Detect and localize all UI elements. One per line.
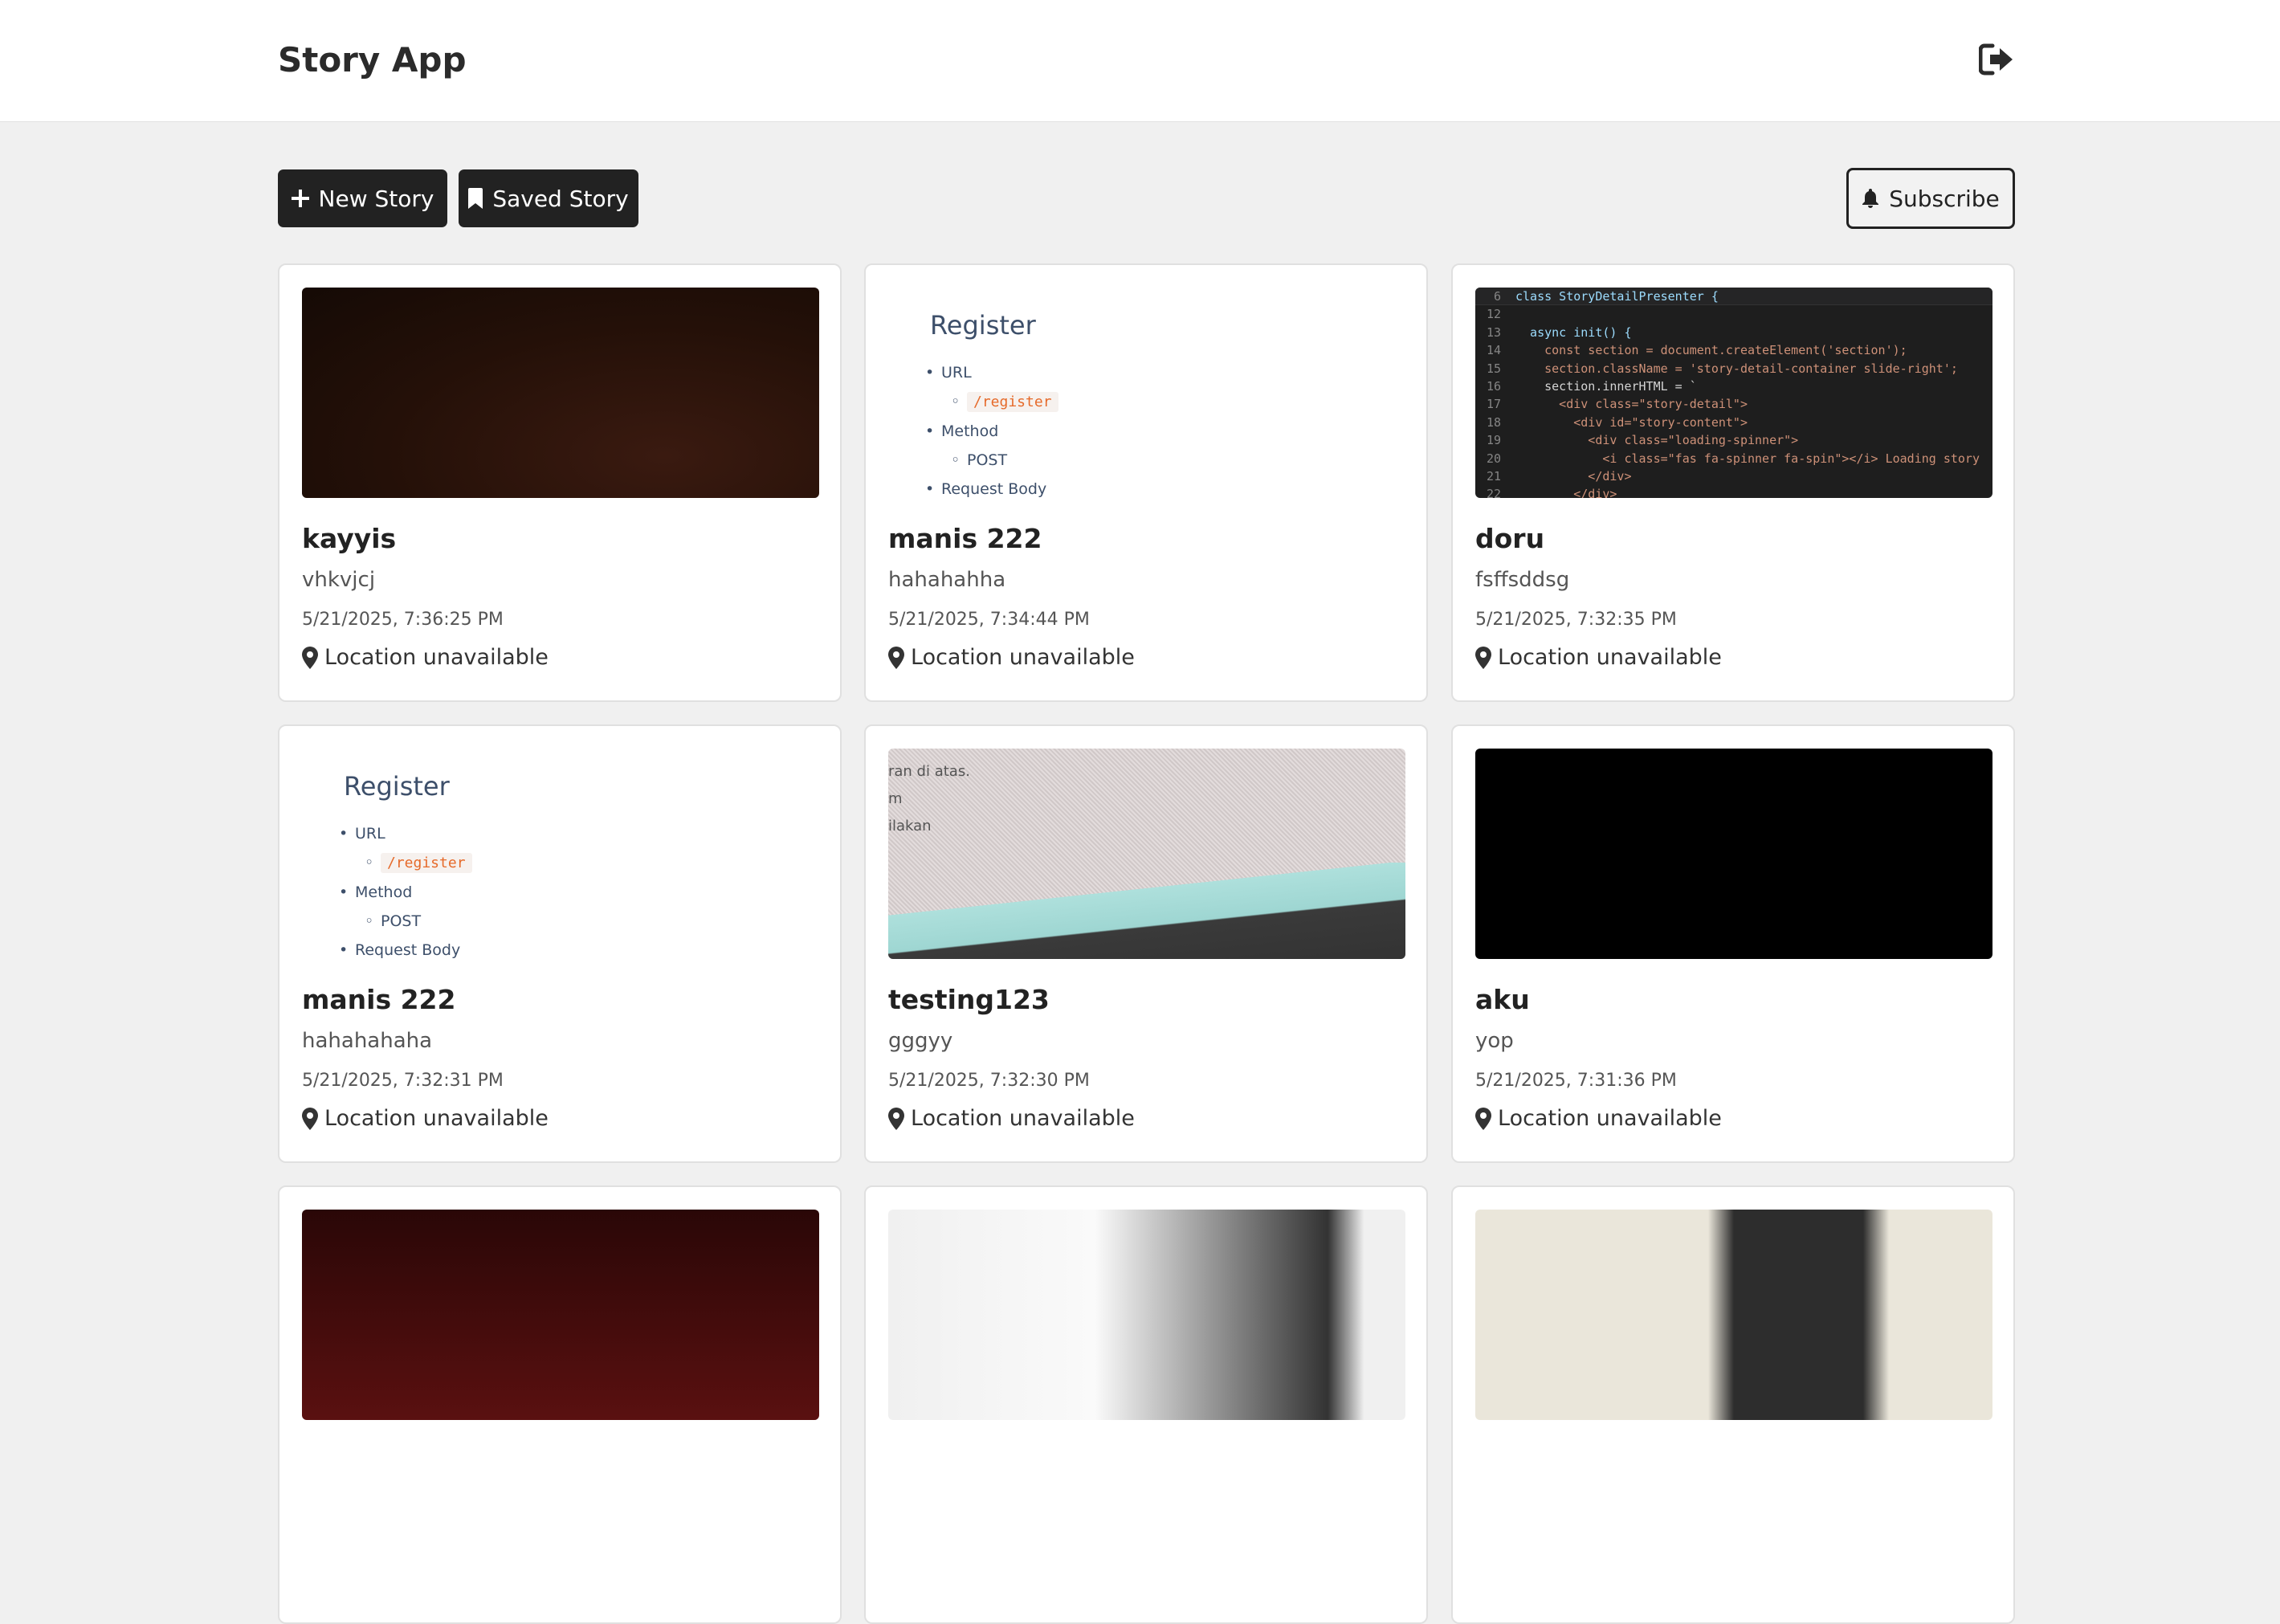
story-name: testing123 xyxy=(888,984,1050,1015)
story-card[interactable]: ran di atas. m ilakan testing123 gggyy 5… xyxy=(864,724,1428,1163)
map-marker-icon xyxy=(302,647,318,669)
image-list-item: POST xyxy=(381,912,422,930)
code-line: 16 section.innerHTML = ` xyxy=(1486,378,1697,394)
code-line: 19 <div class="loading-spinner"> xyxy=(1486,433,1799,448)
code-line: 21 </div> xyxy=(1486,468,1632,484)
image-list-code: /register xyxy=(381,853,472,873)
story-date: 5/21/2025, 7:36:25 PM xyxy=(302,610,504,630)
story-location-text: Location unavailable xyxy=(1498,1106,1722,1131)
map-marker-icon xyxy=(888,1108,904,1130)
story-card[interactable] xyxy=(1451,1185,2015,1624)
new-story-label: New Story xyxy=(318,185,434,212)
code-line: 17 <div class="story-detail"> xyxy=(1486,397,1748,412)
code-line: 12 xyxy=(1486,307,1501,322)
app-header: Story App xyxy=(0,0,2280,122)
image-list-item: URL xyxy=(941,364,972,382)
story-card[interactable]: Register • URL ◦/register • Method ◦ POST •… xyxy=(278,724,842,1163)
new-story-button[interactable]: New Story xyxy=(278,169,447,227)
story-description: hahahahha xyxy=(888,568,1006,592)
story-location: Location unavailable xyxy=(302,1104,818,1134)
story-date: 5/21/2025, 7:32:30 PM xyxy=(888,1071,1090,1091)
bookmark-icon xyxy=(468,188,483,209)
image-edge xyxy=(888,863,1405,959)
story-name: aku xyxy=(1475,984,1530,1015)
bell-icon xyxy=(1862,189,1879,208)
story-description: yop xyxy=(1475,1029,1514,1053)
map-marker-icon xyxy=(1475,1108,1491,1130)
story-description: gggyy xyxy=(888,1029,953,1053)
story-card[interactable]: aku yop 5/21/2025, 7:31:36 PM Location u… xyxy=(1451,724,2015,1163)
story-image: 6 class StoryDetailPresenter {12 13 async … xyxy=(1475,288,1992,498)
story-image: ran di atas. m ilakan xyxy=(888,749,1405,959)
story-name: doru xyxy=(1475,523,1545,554)
story-card[interactable]: 6 class StoryDetailPresenter {12 13 async … xyxy=(1451,263,2015,702)
story-card[interactable] xyxy=(278,1185,842,1624)
story-location-text: Location unavailable xyxy=(911,1106,1135,1131)
story-location: Location unavailable xyxy=(302,643,818,673)
map-marker-icon xyxy=(1475,647,1491,669)
subscribe-button[interactable]: Subscribe xyxy=(1846,168,2015,229)
image-text-line: ran di atas. xyxy=(888,763,970,780)
image-list-item: Request Body xyxy=(941,480,1047,498)
story-name: manis 222 xyxy=(888,523,1042,554)
image-text-line: m xyxy=(888,790,903,807)
sign-out-icon xyxy=(1979,43,2013,75)
story-location-text: Location unavailable xyxy=(324,1106,549,1131)
story-image xyxy=(302,288,819,498)
subscribe-label: Subscribe xyxy=(1889,185,2000,212)
story-location-text: Location unavailable xyxy=(911,645,1135,670)
story-date: 5/21/2025, 7:32:35 PM xyxy=(1475,610,1677,630)
code-line: 13 async init() { xyxy=(1486,324,1632,340)
saved-story-button[interactable]: Saved Story xyxy=(459,169,638,227)
story-image: Register • URL ◦/register • Method ◦ POST •… xyxy=(302,749,819,959)
story-description: vhkvjcj xyxy=(302,568,376,592)
image-list: • URL ◦/register • Method ◦ POST • Request B… xyxy=(925,358,1058,498)
code-line: 22 </div> xyxy=(1486,487,1617,498)
code-line: 15 section.className = 'story-detail-con… xyxy=(1486,361,1958,376)
code-line: 20 <i class="fas fa-spinner fa-spin"></i… xyxy=(1486,451,1980,466)
story-name: manis 222 xyxy=(302,984,456,1015)
story-image xyxy=(1475,749,1992,959)
image-list-item: Method xyxy=(355,883,413,901)
story-description: hahahahaha xyxy=(302,1029,433,1053)
story-card[interactable] xyxy=(864,1185,1428,1624)
story-location: Location unavailable xyxy=(888,1104,1404,1134)
story-location-text: Location unavailable xyxy=(324,645,549,670)
image-list: • URL ◦/register • Method ◦ POST • Request B… xyxy=(339,819,472,959)
image-heading: Register xyxy=(344,771,450,802)
image-code-block: 6 class StoryDetailPresenter {12 13 async … xyxy=(1475,288,1992,498)
image-heading: Register xyxy=(930,310,1036,341)
map-marker-icon xyxy=(888,647,904,669)
code-top-line: 6 class StoryDetailPresenter { xyxy=(1475,288,1992,306)
story-card[interactable]: kayyis vhkvjcj 5/21/2025, 7:36:25 PM Loc… xyxy=(278,263,842,702)
image-list-item: POST xyxy=(967,451,1008,469)
image-list-item: URL xyxy=(355,825,385,843)
story-image xyxy=(302,1210,819,1420)
story-location-text: Location unavailable xyxy=(1498,645,1722,670)
saved-story-label: Saved Story xyxy=(492,185,629,212)
code-line: 14 const section = document.createElemen… xyxy=(1486,343,1907,358)
story-image xyxy=(1475,1210,1992,1420)
image-list-item: Method xyxy=(941,422,999,440)
story-image xyxy=(888,1210,1405,1420)
story-image: Register • URL ◦/register • Method ◦ POST •… xyxy=(888,288,1405,498)
map-marker-icon xyxy=(302,1108,318,1130)
story-description: fsffsddsg xyxy=(1475,568,1570,592)
image-text-line: ilakan xyxy=(888,818,932,834)
image-list-code: /register xyxy=(967,392,1058,412)
story-location: Location unavailable xyxy=(1475,1104,1991,1134)
story-card[interactable]: Register • URL ◦/register • Method ◦ POST •… xyxy=(864,263,1428,702)
story-location: Location unavailable xyxy=(888,643,1404,673)
logout-button[interactable] xyxy=(1977,39,2016,80)
story-date: 5/21/2025, 7:34:44 PM xyxy=(888,610,1090,630)
story-date: 5/21/2025, 7:32:31 PM xyxy=(302,1071,504,1091)
story-date: 5/21/2025, 7:31:36 PM xyxy=(1475,1071,1677,1091)
plus-icon xyxy=(291,190,309,207)
story-location: Location unavailable xyxy=(1475,643,1991,673)
app-title: Story App xyxy=(278,40,467,80)
code-line: 18 <div id="story-content"> xyxy=(1486,414,1748,430)
story-name: kayyis xyxy=(302,523,397,554)
image-list-item: Request Body xyxy=(355,941,461,959)
